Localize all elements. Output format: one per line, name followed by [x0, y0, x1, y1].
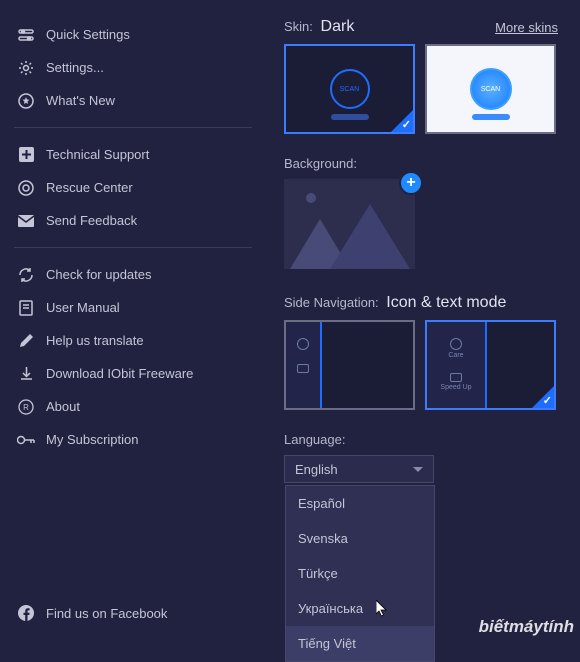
sidenav-icon-text-thumb[interactable]: Care Speed Up — [425, 320, 556, 410]
download-icon — [16, 364, 36, 384]
sidenav-label: Side Navigation: — [284, 295, 379, 310]
mail-icon — [16, 211, 36, 231]
menu-label: My Subscription — [46, 432, 138, 447]
skin-value: Dark — [321, 18, 355, 35]
menu-label: Send Feedback — [46, 213, 137, 228]
gear-icon — [16, 58, 36, 78]
sidebar: Quick Settings Settings... What's New Te… — [0, 0, 266, 641]
language-option[interactable]: Türkçe — [286, 556, 434, 591]
menu-label: What's New — [46, 93, 115, 108]
registered-icon: R — [16, 397, 36, 417]
sun-icon — [306, 193, 316, 203]
menu-label: Technical Support — [46, 147, 149, 162]
book-icon — [16, 298, 36, 318]
circle-icon — [297, 338, 309, 350]
language-option[interactable]: Svenska — [286, 521, 434, 556]
background-section: + — [284, 179, 415, 291]
mail-icon — [297, 364, 309, 373]
menu-group-3: Check for updates User Manual Help us tr… — [0, 258, 266, 456]
scan-bar-icon — [472, 114, 510, 120]
language-option[interactable]: Tiếng Việt — [286, 626, 434, 661]
nav-care-label: Care — [448, 352, 463, 359]
check-icon — [532, 386, 554, 408]
sidenav-label-row: Side Navigation: Icon & text mode — [284, 294, 560, 312]
sidebar-quick-settings[interactable]: Quick Settings — [0, 18, 266, 51]
menu-label: Help us translate — [46, 333, 144, 348]
add-background-button[interactable]: + — [399, 171, 423, 195]
sidebar-whats-new[interactable]: What's New — [0, 84, 266, 117]
menu-label: About — [46, 399, 80, 414]
sidebar-check-updates[interactable]: Check for updates — [0, 258, 266, 291]
menu-group-2: Technical Support Rescue Center Send Fee… — [0, 138, 266, 237]
background-label: Background: — [284, 156, 560, 171]
language-dropdown: Español Svenska Türkçe Українська Tiếng … — [285, 485, 435, 662]
cursor-icon — [376, 600, 388, 618]
scan-circle-icon: SCAN — [470, 68, 512, 110]
skin-dark-thumb[interactable]: SCAN — [284, 44, 415, 134]
lifebuoy-icon — [16, 178, 36, 198]
background-thumb[interactable] — [284, 179, 415, 269]
chevron-down-icon — [413, 467, 423, 472]
menu-label: Download IObit Freeware — [46, 366, 193, 381]
pencil-icon — [16, 331, 36, 351]
sidebar-my-subscription[interactable]: My Subscription — [0, 423, 266, 456]
scan-bar-icon — [331, 114, 369, 120]
sliders-icon — [16, 25, 36, 45]
star-circle-icon — [16, 91, 36, 111]
sidebar-help-translate[interactable]: Help us translate — [0, 324, 266, 357]
sidebar-send-feedback[interactable]: Send Feedback — [0, 204, 266, 237]
plus-square-icon — [16, 145, 36, 165]
main-panel: Skin: Dark More skins SCAN SCAN Backgrou… — [266, 0, 580, 641]
sidenav-thumbnails: Care Speed Up — [284, 320, 560, 410]
sidebar-facebook[interactable]: Find us on Facebook — [16, 603, 167, 623]
svg-text:R: R — [23, 403, 29, 412]
language-selected: English — [295, 462, 338, 477]
language-label: Language: — [284, 432, 560, 447]
language-select[interactable]: English Español Svenska Türkçe Українськ… — [284, 455, 434, 483]
sidebar-settings[interactable]: Settings... — [0, 51, 266, 84]
facebook-icon — [16, 603, 36, 623]
sidebar-user-manual[interactable]: User Manual — [0, 291, 266, 324]
divider — [14, 247, 252, 248]
divider — [14, 127, 252, 128]
menu-label: Quick Settings — [46, 27, 130, 42]
facebook-label: Find us on Facebook — [46, 606, 167, 621]
key-icon — [16, 430, 36, 450]
sidenav-value: Icon & text mode — [386, 294, 506, 311]
sidebar-rescue-center[interactable]: Rescue Center — [0, 171, 266, 204]
language-option[interactable]: Español — [286, 486, 434, 521]
nav-speedup-label: Speed Up — [440, 384, 471, 391]
mail-icon — [450, 373, 462, 382]
menu-group-1: Quick Settings Settings... What's New — [0, 18, 266, 117]
menu-label: Rescue Center — [46, 180, 133, 195]
mountain-icon — [330, 204, 410, 269]
skin-thumbnails: SCAN SCAN — [284, 44, 560, 134]
menu-label: Check for updates — [46, 267, 152, 282]
language-option[interactable]: Українська — [286, 591, 434, 626]
menu-label: User Manual — [46, 300, 120, 315]
sidenav-icon-only-thumb[interactable] — [284, 320, 415, 410]
more-skins-link[interactable]: More skins — [495, 20, 558, 35]
sidebar-download-freeware[interactable]: Download IObit Freeware — [0, 357, 266, 390]
circle-icon — [450, 338, 462, 350]
sidebar-about[interactable]: R About — [0, 390, 266, 423]
skin-label: Skin: — [284, 19, 313, 34]
refresh-icon — [16, 265, 36, 285]
skin-light-thumb[interactable]: SCAN — [425, 44, 556, 134]
check-icon — [391, 110, 413, 132]
sidebar-technical-support[interactable]: Technical Support — [0, 138, 266, 171]
scan-circle-icon: SCAN — [330, 69, 370, 109]
menu-label: Settings... — [46, 60, 104, 75]
